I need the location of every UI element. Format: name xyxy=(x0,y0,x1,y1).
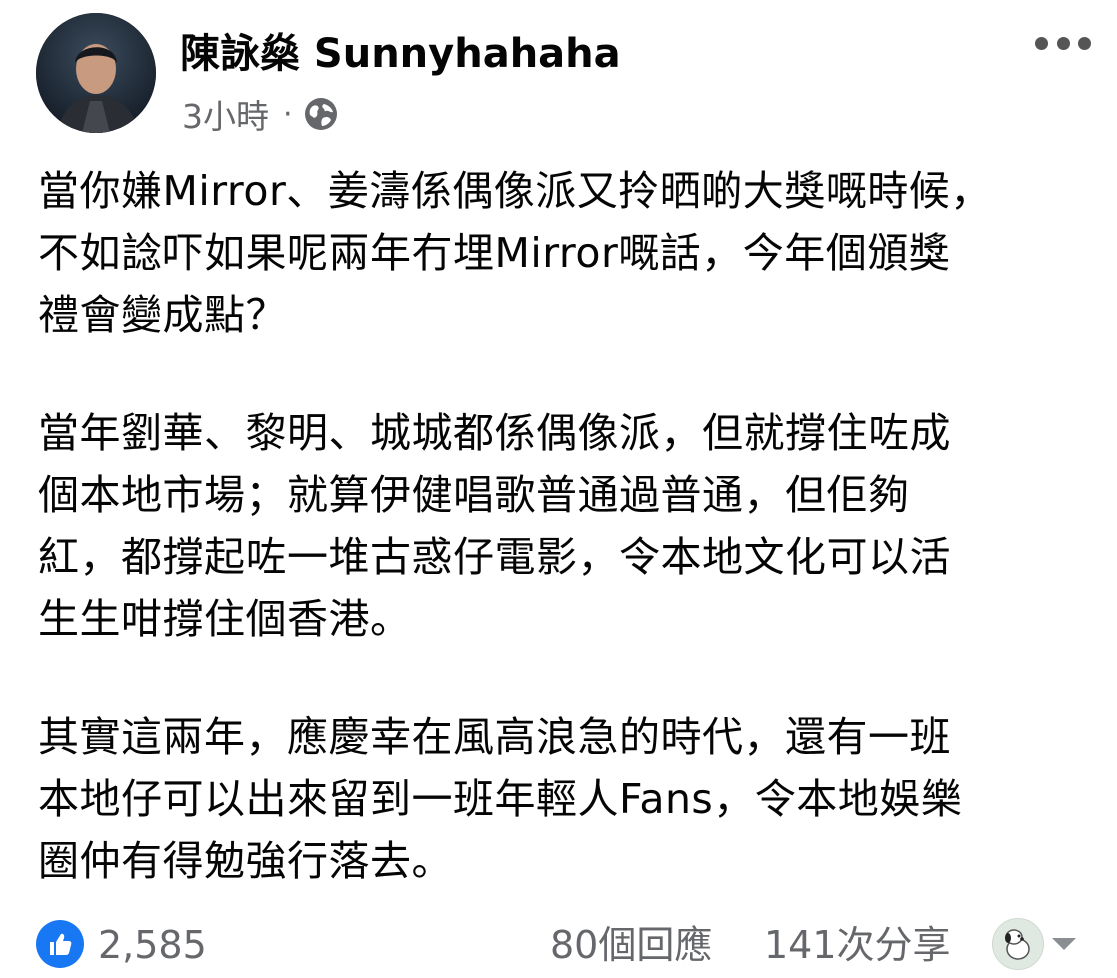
post-line: 不如諗吓如果呢兩年冇埋Mirror嘅話，今年個頒獎 xyxy=(38,229,951,277)
post-paragraph-1: 當你嫌Mirror、姜濤係偶像派又拎晒啲大獎嘅時候， 不如諗吓如果呢兩年冇埋Mi… xyxy=(38,160,1098,346)
meta-separator: · xyxy=(283,96,293,132)
post-paragraph-2: 當年劉華、黎明、城城都係偶像派，但就撐住咗成 個本地市場；就算伊健唱歌普通過普通… xyxy=(38,402,1098,650)
author-avatar[interactable] xyxy=(36,13,156,133)
more-dot-icon xyxy=(1035,36,1048,50)
post-line: 圈仲有得勉強行落去。 xyxy=(38,837,453,885)
post-line: 當年劉華、黎明、城城都係偶像派，但就撐住咗成 xyxy=(38,409,951,457)
post-meta: 3小時 · xyxy=(182,92,339,136)
post-line: 本地仔可以出來留到一班年輕人Fans，令本地娛樂 xyxy=(38,775,963,823)
globe-icon xyxy=(304,98,337,130)
profile-avatar-icon xyxy=(992,918,1044,970)
more-dot-icon xyxy=(1078,36,1091,50)
post-time[interactable]: 3小時 xyxy=(182,90,269,138)
post-line: 紅，都撐起咗一堆古惑仔電影，令本地文化可以活 xyxy=(38,533,951,581)
chevron-down-icon xyxy=(1052,938,1076,950)
like-count[interactable]: 2,585 xyxy=(98,920,207,970)
post-body: 當你嫌Mirror、姜濤係偶像派又拎晒啲大獎嘅時候， 不如諗吓如果呢兩年冇埋Mi… xyxy=(38,160,1098,948)
facebook-post: 陳詠燊 Sunnyhahaha 3小時 · 當你嫌Mirror、姜濤係偶像派又拎… xyxy=(0,0,1117,978)
post-line: 當你嫌Mirror、姜濤係偶像派又拎晒啲大獎嘅時候， xyxy=(38,167,992,215)
more-dot-icon xyxy=(1056,36,1070,50)
post-line: 禮會變成點？ xyxy=(38,291,287,339)
comments-count-link[interactable]: 80個回應 xyxy=(550,920,712,970)
post-line: 其實這兩年，應慶幸在風高浪急的時代，還有一班 xyxy=(38,713,951,761)
post-line: 個本地市場；就算伊健唱歌普通過普通，但佢夠 xyxy=(38,471,910,519)
more-options-button[interactable] xyxy=(1035,28,1091,58)
post-paragraph-3: 其實這兩年，應慶幸在風高浪急的時代，還有一班 本地仔可以出來留到一班年輕人Fan… xyxy=(38,706,1098,892)
post-footer: 2,585 80個回應 141次分享 xyxy=(0,916,1117,976)
shares-count-link[interactable]: 141次分享 xyxy=(764,920,951,970)
thumbs-up-icon[interactable] xyxy=(36,920,84,968)
post-line: 生生咁撐住個香港。 xyxy=(38,595,412,643)
reacting-as-selector[interactable] xyxy=(992,918,1082,970)
author-name[interactable]: 陳詠燊 Sunnyhahaha xyxy=(180,28,621,80)
